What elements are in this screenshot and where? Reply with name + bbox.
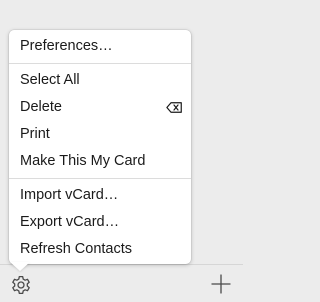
menu-item-label: Print [20, 126, 50, 142]
bottom-toolbar [0, 265, 243, 302]
menu-item-make-my-card[interactable]: Make This My Card [9, 148, 191, 175]
menu-item-print[interactable]: Print [9, 121, 191, 148]
actions-menu: Preferences… Select All Delete Print Mak… [9, 30, 191, 264]
menu-item-label: Refresh Contacts [20, 241, 133, 257]
menu-item-label: Select All [20, 72, 80, 88]
settings-button[interactable] [8, 272, 34, 298]
menu-item-select-all[interactable]: Select All [9, 67, 191, 94]
menu-item-refresh-contacts[interactable]: Refresh Contacts [9, 236, 191, 263]
add-contact-button[interactable] [209, 272, 233, 296]
menu-separator [9, 178, 191, 179]
menu-item-export-vcard[interactable]: Export vCard… [9, 209, 191, 236]
menu-item-label: Make This My Card [20, 153, 146, 169]
menu-item-preferences[interactable]: Preferences… [9, 33, 191, 60]
menu-item-import-vcard[interactable]: Import vCard… [9, 182, 191, 209]
menu-item-label: Export vCard… [20, 214, 120, 230]
delete-key-icon [166, 102, 182, 113]
menu-pointer [10, 262, 30, 271]
menu-item-label: Delete [20, 99, 62, 115]
menu-item-delete[interactable]: Delete [9, 94, 191, 121]
menu-item-label: Preferences… [20, 38, 113, 54]
plus-icon [211, 274, 231, 294]
menu-item-label: Import vCard… [20, 187, 119, 203]
menu-separator [9, 63, 191, 64]
gear-icon [12, 275, 30, 295]
